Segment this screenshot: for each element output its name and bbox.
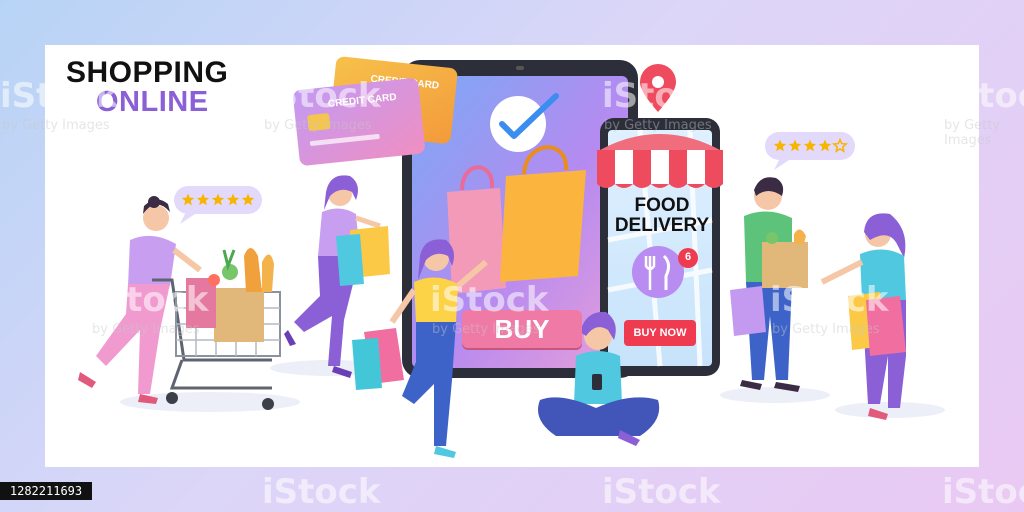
watermark-logo: iStock [770,280,889,320]
floor-shadow [720,387,830,403]
watermark-logo: iStock [262,472,381,512]
watermark-logo: iStock [942,472,1024,512]
food-delivery-line2: DELIVERY [614,215,710,236]
watermark-logo: iStock [602,472,721,512]
watermark-logo: iStock [942,76,1024,116]
watermark-sub: by Getty Images [772,322,880,337]
watermark-sub: by Getty Images [944,118,1001,148]
watermark-logo: iStock [602,76,721,116]
shopping-bag-icon [447,188,506,294]
watermark-logo: iStock [0,76,119,116]
restaurant-circle-icon [632,246,684,298]
watermark-sub: by Getty Images [432,322,540,337]
watermark-sub: by Getty Images [264,118,372,133]
buy-now-button[interactable]: BUY NOW [624,320,696,346]
notification-badge-count: 6 [684,251,692,263]
watermark-sub: by Getty Images [92,322,200,337]
watermark-logo: iStock [430,280,549,320]
watermark-logo: iStock [90,280,209,320]
rating-bubble-left [174,186,262,224]
watermark-sub: by Getty Images [604,118,712,133]
check-circle-icon [490,96,546,152]
watermark-sub: by Getty Images [2,118,110,133]
watermark-logo: iStock [262,76,381,116]
rating-bubble-right [765,132,855,170]
food-delivery-line1: FOOD [634,195,690,216]
image-id-badge: 1282211693 [0,482,92,500]
phone-icon [592,374,602,390]
shopping-bag-icon [500,170,586,282]
food-delivery-headline: FOOD DELIVERY [606,196,718,236]
